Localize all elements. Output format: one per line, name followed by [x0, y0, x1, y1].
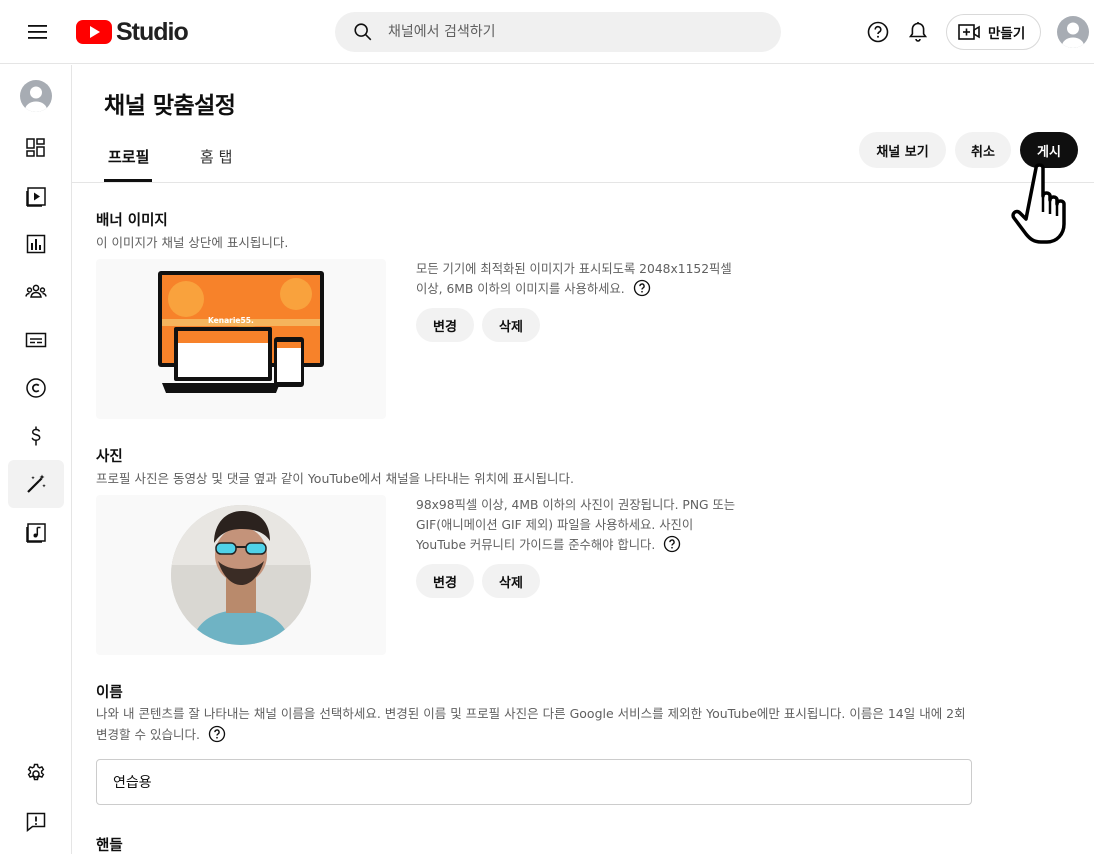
copyright-icon [26, 378, 46, 398]
community-icon [25, 284, 47, 298]
create-video-icon [958, 24, 980, 40]
banner-preview-text: Kenarie55. [208, 316, 254, 325]
settings-icon [27, 763, 45, 781]
sidebar-item-audio-library[interactable] [8, 508, 64, 556]
monetization-icon [31, 426, 41, 446]
hand-pointer-cursor-icon [1011, 163, 1066, 244]
name-help-icon[interactable] [208, 725, 226, 743]
sidebar-item-subtitles[interactable] [8, 316, 64, 364]
banner-info-text: 모든 기기에 최적화된 이미지가 표시되도록 2048x1152픽셀 이상, 6… [416, 259, 756, 299]
sidebar [0, 65, 72, 854]
tab-home[interactable]: 홈 탭 [200, 146, 232, 167]
dashboard-icon [26, 138, 45, 157]
sidebar-item-settings[interactable] [8, 750, 64, 798]
banner-section-title: 배너 이미지 [96, 213, 168, 229]
name-description-line-2-row: 변경할 수 있습니다. [96, 724, 976, 745]
create-button-label: 만들기 [988, 26, 1026, 42]
photo-preview [96, 495, 386, 655]
account-avatar[interactable] [1057, 16, 1089, 48]
name-section-title: 이름 [96, 685, 123, 701]
photo-info-line-1: 98x98픽셀 이상, 4MB 이하의 사진이 권장됩니다. PNG 또는 [416, 498, 736, 512]
handle-section-title: 핸들 [96, 838, 123, 854]
channel-name-input[interactable] [96, 759, 972, 805]
search-bar[interactable] [335, 12, 781, 52]
name-section-description: 나와 내 콘텐츠를 잘 나타내는 채널 이름을 선택하세요. 변경된 이름 및 … [96, 703, 976, 745]
sidebar-item-customization[interactable] [8, 460, 64, 508]
page-title: 채널 맞춤설정 [104, 93, 236, 119]
banner-preview: Kenarie55. [96, 259, 386, 419]
sidebar-item-dashboard[interactable] [8, 124, 64, 172]
publish-button[interactable]: 게시 [1020, 132, 1078, 168]
create-button[interactable]: 만들기 [946, 14, 1041, 50]
banner-info-line-2: 이상, 6MB 이하의 이미지를 사용하세요. [416, 282, 625, 296]
photo-info-text: 98x98픽셀 이상, 4MB 이하의 사진이 권장됩니다. PNG 또는 GI… [416, 495, 756, 555]
cancel-button[interactable]: 취소 [955, 132, 1011, 168]
banner-info-line-2-row: 이상, 6MB 이하의 이미지를 사용하세요. [416, 279, 756, 299]
logo-text: Studio [116, 17, 189, 46]
photo-info-line-2: GIF(애니메이션 GIF 제외) 파일을 사용하세요. 사진이 [416, 518, 694, 532]
subtitles-icon [25, 332, 47, 348]
search-input[interactable] [388, 24, 748, 40]
youtube-studio-logo[interactable]: Studio [76, 17, 189, 47]
photo-info-line-3: YouTube 커뮤니티 가이드를 준수해야 합니다. [416, 538, 656, 552]
sidebar-item-monetization[interactable] [8, 412, 64, 460]
analytics-icon [26, 234, 46, 254]
name-description-line-2: 변경할 수 있습니다. [96, 727, 200, 742]
help-icon[interactable] [866, 20, 890, 44]
banner-change-button[interactable]: 변경 [416, 308, 474, 342]
photo-delete-button[interactable]: 삭제 [482, 564, 540, 598]
profile-photo [171, 505, 311, 645]
banner-section-description: 이 이미지가 채널 상단에 표시됩니다. [96, 235, 289, 250]
name-description-line-1: 나와 내 콘텐츠를 잘 나타내는 채널 이름을 선택하세요. 변경된 이름 및 … [96, 706, 966, 721]
banner-help-icon[interactable] [633, 279, 651, 297]
photo-section-title: 사진 [96, 449, 123, 465]
banner-info-line-1: 모든 기기에 최적화된 이미지가 표시되도록 2048x1152픽셀 [416, 262, 732, 276]
photo-info-line-3-row: YouTube 커뮤니티 가이드를 준수해야 합니다. [416, 535, 756, 555]
tabs-divider [72, 182, 1094, 183]
sidebar-item-community[interactable] [8, 268, 64, 316]
youtube-play-logo-icon [76, 20, 112, 44]
view-channel-button[interactable]: 채널 보기 [859, 132, 946, 168]
sidebar-item-content[interactable] [8, 172, 64, 220]
feedback-icon [26, 812, 46, 833]
sidebar-item-feedback[interactable] [8, 798, 64, 846]
channel-avatar[interactable] [20, 80, 52, 112]
customization-icon [27, 474, 46, 493]
photo-help-icon[interactable] [663, 535, 681, 553]
search-icon [354, 23, 372, 41]
content-icon [26, 187, 46, 207]
photo-section-description: 프로필 사진은 동영상 및 댓글 옆과 같이 YouTube에서 채널을 나타내… [96, 471, 575, 486]
menu-icon[interactable] [24, 20, 52, 44]
notifications-bell-icon[interactable] [906, 20, 930, 44]
audio-library-icon [26, 523, 46, 543]
top-bar: Studio 만들기 [0, 0, 1094, 64]
sidebar-item-copyright[interactable] [8, 364, 64, 412]
sidebar-item-analytics[interactable] [8, 220, 64, 268]
photo-change-button[interactable]: 변경 [416, 564, 474, 598]
tab-profile[interactable]: 프로필 [108, 146, 149, 167]
banner-delete-button[interactable]: 삭제 [482, 308, 540, 342]
